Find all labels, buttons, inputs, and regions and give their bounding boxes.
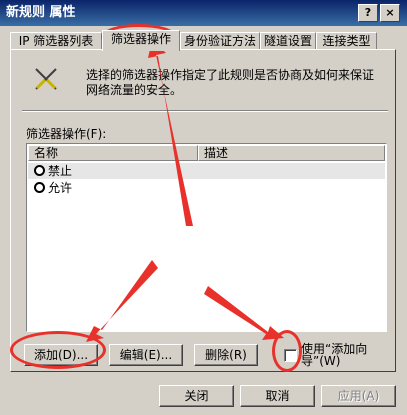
filter-action-list-label: 筛选器操作(F): [26,127,107,141]
tab-authentication-methods[interactable]: 身份验证方法 [180,32,260,50]
column-header-description[interactable]: 描述 [198,145,385,161]
column-header-name[interactable]: 名称 [28,145,198,161]
list-header: 名称 描述 [28,145,385,161]
separator [22,110,388,112]
list-item-name: 允许 [48,181,73,195]
highlight-add-annotation [10,331,106,369]
filter-action-list[interactable]: 名称 描述 禁止 允许 [26,143,387,332]
help-button[interactable]: ? [358,4,378,22]
close-window-button[interactable]: × [380,4,400,22]
filter-action-radio-icon [34,165,45,176]
filter-action-radio-icon [34,182,45,193]
tab-tunnel-settings[interactable]: 隧道设置 [260,32,316,50]
use-wizard-label: 使用“添加向导”(W) [301,342,368,368]
highlight-checkbox-annotation [272,330,302,372]
filter-action-icon [35,68,57,90]
tab-ip-filter-list[interactable]: IP 筛选器列表 [10,32,102,50]
window-title-bar: 新规则 属性 ? × [0,0,407,26]
cancel-button[interactable]: 取消 [240,385,315,407]
tab-connection-type[interactable]: 连接类型 [316,32,377,50]
list-item-name: 禁止 [48,164,73,178]
apply-button[interactable]: 应用(A) [321,385,396,407]
edit-button[interactable]: 编辑(E)... [109,344,183,366]
list-item[interactable]: 允许 [28,180,385,196]
remove-button[interactable]: 删除(R) [194,344,258,366]
panel-description: 选择的筛选器操作指定了此规则是否协商及如何来保证网络流量的安全。 [86,68,375,97]
close-dialog-button[interactable]: 关闭 [159,385,234,407]
tab-filter-action[interactable]: 筛选器操作 [102,30,180,51]
list-item[interactable]: 禁止 [28,163,385,179]
window-title: 新规则 属性 [6,5,76,20]
